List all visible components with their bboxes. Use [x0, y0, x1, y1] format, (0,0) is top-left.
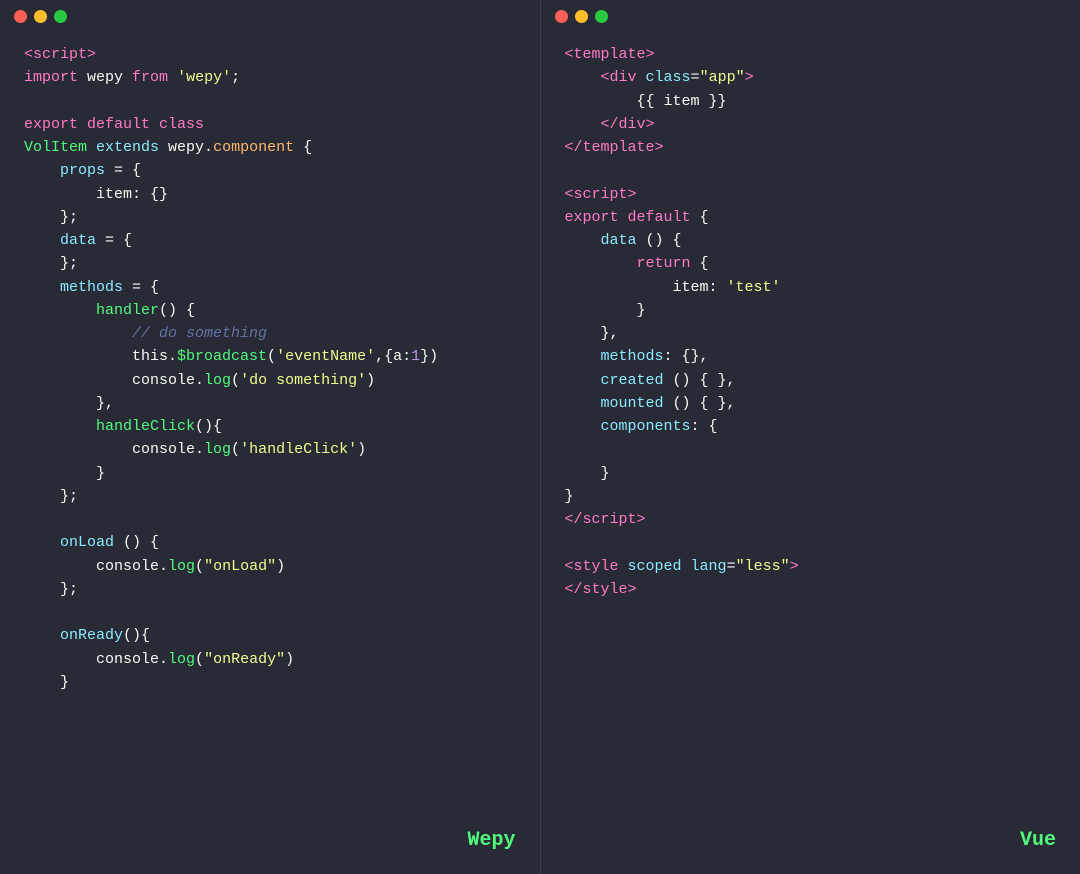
code-line: } [565, 299, 1057, 322]
code-line: </template> [565, 136, 1057, 159]
code-line [24, 90, 516, 113]
vue-titlebar [541, 0, 1080, 33]
code-line: onLoad () { [24, 531, 516, 554]
vue-code: <template> <div class="app"> {{ item }} … [541, 33, 1080, 874]
code-line: methods: {}, [565, 345, 1057, 368]
code-line: }; [24, 252, 516, 275]
code-line: } [565, 485, 1057, 508]
code-line: <div class="app"> [565, 66, 1057, 89]
code-line: item: {} [24, 183, 516, 206]
code-line: export default class [24, 113, 516, 136]
code-line: </style> [565, 578, 1057, 601]
code-line: </script> [565, 508, 1057, 531]
code-line: }; [24, 206, 516, 229]
code-line: components: { [565, 415, 1057, 438]
close-button[interactable] [14, 10, 27, 23]
code-line: } [565, 462, 1057, 485]
code-line: console.log('handleClick') [24, 438, 516, 461]
code-line [24, 508, 516, 531]
code-line: </div> [565, 113, 1057, 136]
code-line: }, [565, 322, 1057, 345]
code-line: {{ item }} [565, 90, 1057, 113]
code-line: mounted () { }, [565, 392, 1057, 415]
code-line: <script> [565, 183, 1057, 206]
maximize-button[interactable] [595, 10, 608, 23]
minimize-button[interactable] [575, 10, 588, 23]
code-line [24, 601, 516, 624]
code-line: <script> [24, 43, 516, 66]
code-line: }; [24, 578, 516, 601]
code-line: console.log("onLoad") [24, 555, 516, 578]
code-line: created () { }, [565, 369, 1057, 392]
wepy-label: Wepy [467, 825, 515, 856]
close-button[interactable] [555, 10, 568, 23]
code-line: import wepy from 'wepy'; [24, 66, 516, 89]
code-line: data () { [565, 229, 1057, 252]
code-line: return { [565, 252, 1057, 275]
code-line: handleClick(){ [24, 415, 516, 438]
code-line [565, 438, 1057, 461]
vue-panel: <template> <div class="app"> {{ item }} … [541, 0, 1080, 874]
wepy-panel: <script> import wepy from 'wepy'; export… [0, 0, 541, 874]
code-line: methods = { [24, 276, 516, 299]
code-line [565, 159, 1057, 182]
code-line: }, [24, 392, 516, 415]
code-line: } [24, 671, 516, 694]
wepy-titlebar [0, 0, 540, 33]
code-line: // do something [24, 322, 516, 345]
code-line: console.log('do something') [24, 369, 516, 392]
vue-label: Vue [1020, 825, 1056, 856]
code-line: data = { [24, 229, 516, 252]
code-line [565, 531, 1057, 554]
code-line: <template> [565, 43, 1057, 66]
wepy-code: <script> import wepy from 'wepy'; export… [0, 33, 540, 874]
minimize-button[interactable] [34, 10, 47, 23]
code-line: VolItem extends wepy.component { [24, 136, 516, 159]
code-line: onReady(){ [24, 624, 516, 647]
code-line: item: 'test' [565, 276, 1057, 299]
code-line: props = { [24, 159, 516, 182]
code-line: export default { [565, 206, 1057, 229]
code-line: }; [24, 485, 516, 508]
code-line: } [24, 462, 516, 485]
maximize-button[interactable] [54, 10, 67, 23]
code-line: handler() { [24, 299, 516, 322]
code-line: <style scoped lang="less"> [565, 555, 1057, 578]
code-line: console.log("onReady") [24, 648, 516, 671]
code-line: this.$broadcast('eventName',{a:1}) [24, 345, 516, 368]
